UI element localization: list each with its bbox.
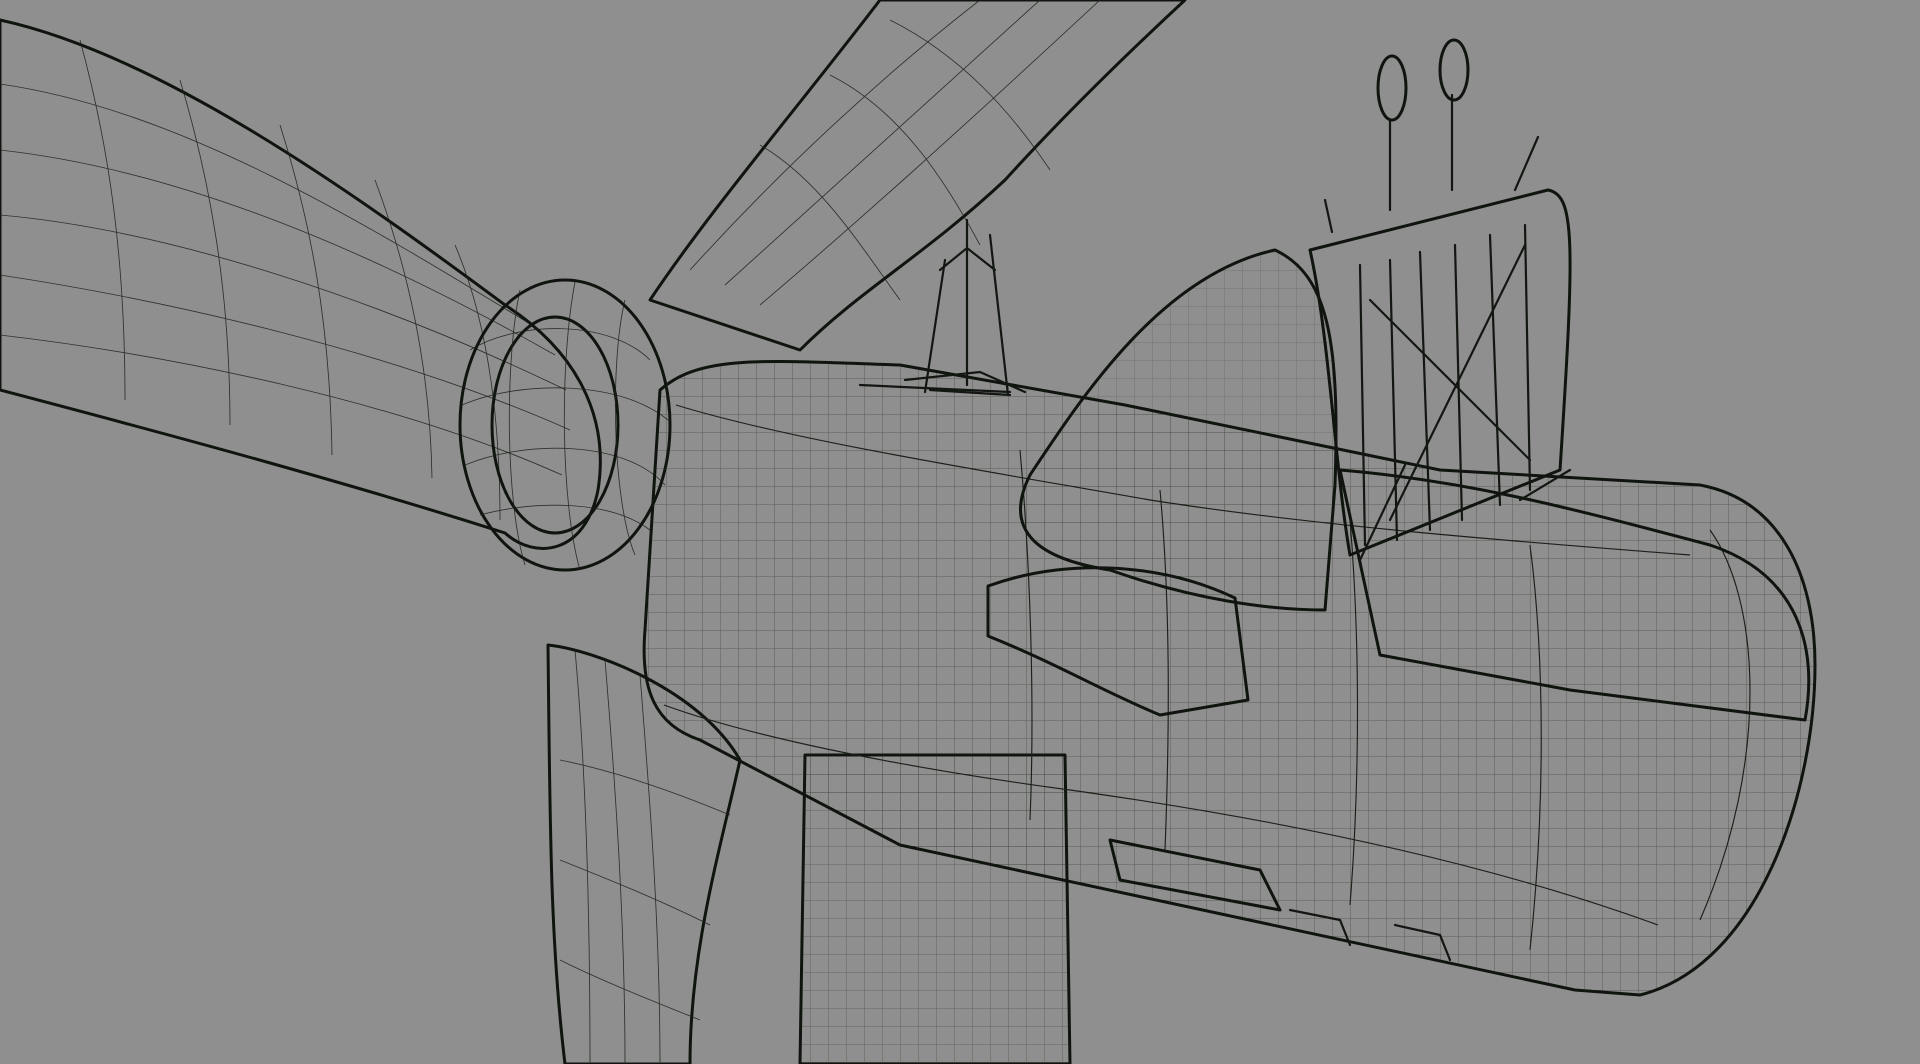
rotor-hub[interactable]: [458, 278, 672, 572]
rotor-blade-top[interactable]: [648, 0, 1187, 352]
anemometer-masts[interactable]: [1323, 38, 1540, 234]
wind-turbine-model[interactable]: [0, 0, 1920, 1064]
3d-viewport[interactable]: [0, 0, 1920, 1064]
